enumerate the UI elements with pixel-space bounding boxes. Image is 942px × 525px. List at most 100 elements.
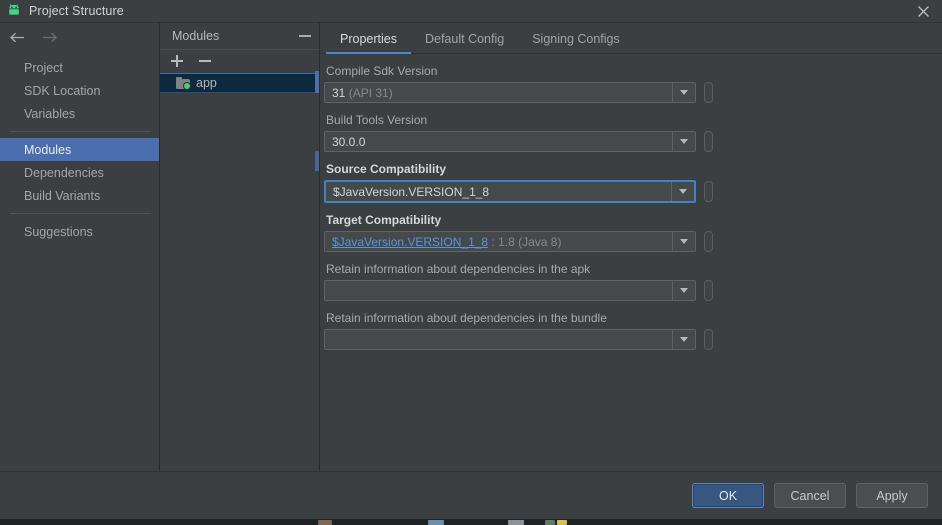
os-taskbar-sliver	[0, 519, 942, 525]
combo-value-suffix: (API 31)	[345, 85, 393, 100]
arrow-right-icon[interactable]	[38, 26, 60, 48]
modules-panel-title: Modules	[172, 29, 220, 43]
modules-toolbar	[160, 49, 319, 72]
nav-history-buttons	[0, 23, 159, 51]
variable-pill-icon[interactable]	[704, 329, 713, 350]
cancel-button[interactable]: Cancel	[774, 483, 846, 508]
build-tools-version-combobox[interactable]: 30.0.0	[324, 131, 696, 152]
module-label: app	[196, 76, 217, 90]
combo-value: $JavaVersion.VERSION_1_8 : 1.8 (Java 8)	[325, 235, 672, 249]
list-item[interactable]: app	[160, 73, 319, 93]
taskbar-chip	[428, 520, 444, 525]
sidebar-item-label: SDK Location	[24, 83, 101, 98]
sidebar-item-label: Modules	[24, 142, 72, 157]
compile-sdk-version-combobox[interactable]: 31 (API 31)	[324, 82, 696, 103]
main-content: Properties Default Config Signing Config…	[320, 23, 942, 471]
field-retain-dependencies-apk: Retain information about dependencies in…	[324, 262, 942, 301]
sidebar-item-modules[interactable]: Modules	[0, 138, 159, 161]
plus-icon[interactable]	[170, 54, 184, 68]
variable-pill-icon[interactable]	[704, 82, 713, 103]
android-robot-icon	[6, 3, 22, 19]
field-retain-dependencies-bundle: Retain information about dependencies in…	[324, 311, 942, 350]
tab-default-config[interactable]: Default Config	[411, 32, 518, 53]
chevron-down-icon[interactable]	[672, 281, 695, 300]
chevron-down-icon[interactable]	[672, 232, 695, 251]
sidebar-item-variables[interactable]: Variables	[0, 102, 159, 125]
field-label: Source Compatibility	[326, 162, 447, 176]
sidebar-item-project[interactable]: Project	[0, 56, 159, 79]
nav-separator	[10, 131, 151, 132]
variable-pill-icon[interactable]	[704, 280, 713, 301]
variable-pill-icon[interactable]	[704, 131, 713, 152]
sidebar-item-suggestions[interactable]: Suggestions	[0, 220, 159, 243]
chevron-down-icon[interactable]	[671, 182, 694, 201]
combo-value-main: 30.0.0	[332, 134, 366, 149]
sidebar-item-build-variants[interactable]: Build Variants	[0, 184, 159, 207]
combo-value-main: $JavaVersion.VERSION_1_8	[332, 234, 489, 249]
taskbar-chip	[318, 520, 332, 525]
properties-form: Compile Sdk Version 31 (API 31) Build To…	[320, 54, 942, 471]
combo-value-suffix: : 1.8 (Java 8)	[488, 234, 562, 249]
project-structure-dialog: Project Structure Project SDK Location V…	[0, 0, 942, 519]
variable-pill-icon[interactable]	[704, 181, 713, 202]
taskbar-chip	[557, 520, 567, 525]
tab-label: Default Config	[424, 32, 505, 46]
nav-separator	[10, 213, 151, 214]
sidebar-item-label: Suggestions	[24, 224, 93, 239]
left-navigation-panel: Project SDK Location Variables Modules D…	[0, 23, 160, 471]
chevron-down-icon[interactable]	[672, 83, 695, 102]
modules-panel-scrollbar[interactable]	[315, 71, 319, 93]
variable-pill-icon[interactable]	[704, 231, 713, 252]
tab-properties[interactable]: Properties	[326, 32, 411, 54]
sidebar-item-label: Project	[24, 60, 63, 75]
sidebar-item-sdk-location[interactable]: SDK Location	[0, 79, 159, 102]
collapse-minus-icon[interactable]	[299, 35, 311, 37]
sidebar-item-label: Build Variants	[24, 188, 101, 203]
field-compile-sdk-version: Compile Sdk Version 31 (API 31)	[324, 64, 942, 103]
sidebar-item-dependencies[interactable]: Dependencies	[0, 161, 159, 184]
dialog-footer: OK Cancel Apply	[0, 471, 942, 519]
field-label: Retain information about dependencies in…	[326, 262, 591, 276]
field-label: Target Compatibility	[326, 213, 442, 227]
tab-label: Signing Configs	[532, 32, 620, 46]
combo-value-main: $JavaVersion.VERSION_1_8	[333, 184, 490, 199]
source-compatibility-combobox[interactable]: $JavaVersion.VERSION_1_8	[324, 180, 696, 203]
combo-value-main: 31	[332, 85, 346, 100]
window-title: Project Structure	[29, 4, 124, 18]
arrow-left-icon[interactable]	[6, 26, 28, 48]
taskbar-chip	[508, 520, 524, 525]
modules-panel: Modules app	[160, 23, 320, 471]
taskbar-chip	[545, 520, 555, 525]
ok-button[interactable]: OK	[692, 483, 764, 508]
field-label: Build Tools Version	[326, 113, 428, 127]
field-target-compatibility: Target Compatibility $JavaVersion.VERSIO…	[324, 213, 942, 252]
button-label: Cancel	[790, 488, 830, 503]
target-compatibility-combobox[interactable]: $JavaVersion.VERSION_1_8 : 1.8 (Java 8)	[324, 231, 696, 252]
apply-button[interactable]: Apply	[856, 483, 928, 508]
button-label: OK	[718, 488, 738, 503]
retain-dependencies-apk-combobox[interactable]	[324, 280, 696, 301]
tab-signing-configs[interactable]: Signing Configs	[518, 32, 634, 53]
field-label: Retain information about dependencies in…	[326, 311, 607, 325]
tab-bar: Properties Default Config Signing Config…	[320, 23, 942, 54]
close-icon[interactable]	[914, 2, 932, 20]
module-folder-icon	[176, 77, 191, 90]
button-label: Apply	[876, 488, 908, 503]
title-bar: Project Structure	[0, 0, 942, 22]
retain-dependencies-bundle-combobox[interactable]	[324, 329, 696, 350]
sidebar-item-label: Variables	[24, 106, 76, 121]
dialog-body: Project SDK Location Variables Modules D…	[0, 22, 942, 471]
tab-label: Properties	[340, 32, 397, 46]
modules-panel-header: Modules	[160, 23, 319, 49]
nav-items-list: Project SDK Location Variables Modules D…	[0, 51, 159, 243]
sidebar-item-label: Dependencies	[24, 165, 104, 180]
field-build-tools-version: Build Tools Version 30.0.0	[324, 113, 942, 152]
modules-list: app	[160, 72, 319, 471]
combo-value: $JavaVersion.VERSION_1_8	[326, 185, 671, 199]
combo-value: 30.0.0	[325, 135, 672, 149]
chevron-down-icon[interactable]	[672, 330, 695, 349]
minus-icon[interactable]	[198, 54, 212, 68]
modules-panel-scrollbar-secondary[interactable]	[315, 151, 319, 171]
chevron-down-icon[interactable]	[672, 132, 695, 151]
combo-value: 31 (API 31)	[325, 86, 672, 100]
